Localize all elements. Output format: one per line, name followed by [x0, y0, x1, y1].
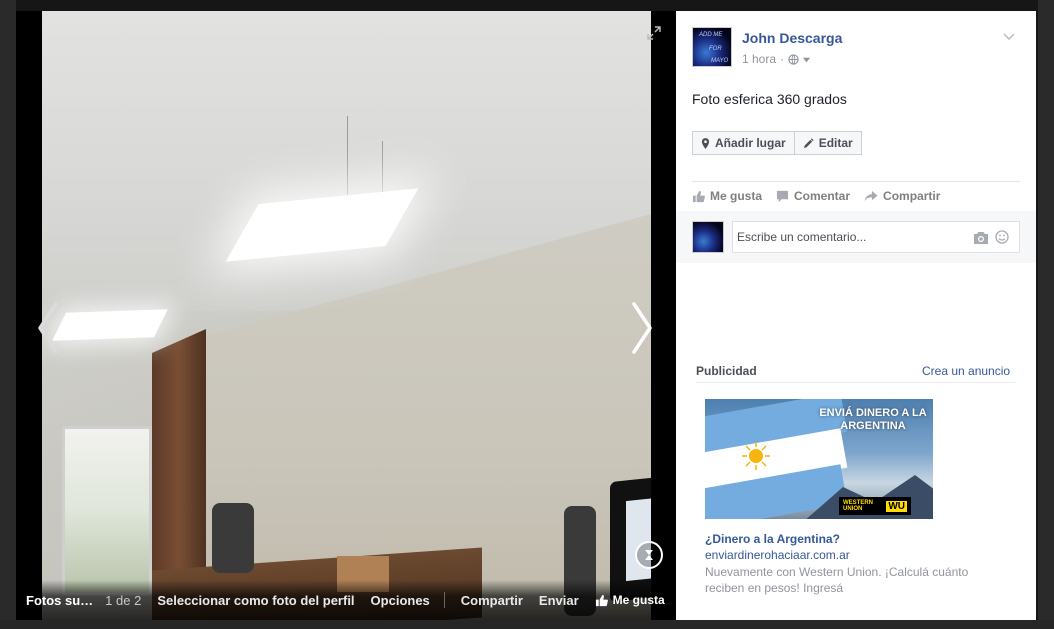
- photo-wire: [347, 116, 348, 196]
- western-union-logo: WESTERN UNION WU: [839, 497, 911, 515]
- previous-photo-button[interactable]: [34, 296, 62, 360]
- author-avatar[interactable]: ADD ME FOR MAYO: [692, 27, 732, 67]
- action-divider-line: [692, 181, 1020, 182]
- post-options-chevron-icon[interactable]: [1002, 29, 1016, 43]
- chevron-right-icon: [632, 302, 652, 354]
- emoji-smile-icon[interactable]: [995, 230, 1009, 244]
- make-profile-picture-button[interactable]: Seleccionar como foto del perfil: [157, 593, 354, 608]
- camera-icon[interactable]: [973, 231, 989, 245]
- ads-section-title: Publicidad: [696, 364, 757, 378]
- backdrop-right-edge: [1038, 0, 1054, 629]
- ad-image[interactable]: ENVIÁ DINERO A LA ARGENTINA WESTERN UNIO…: [705, 399, 933, 519]
- edit-post-button[interactable]: Editar: [794, 131, 862, 155]
- post-actions: Me gusta Comentar Compartir: [692, 189, 954, 203]
- like-button[interactable]: Me gusta: [692, 189, 762, 203]
- globe-icon: [788, 53, 799, 65]
- comment-bubble-icon: [776, 190, 789, 202]
- comment-composer: [676, 211, 1036, 263]
- pencil-icon: [803, 137, 814, 148]
- add-place-label: Añadir lugar: [715, 136, 786, 150]
- share-button[interactable]: Compartir: [864, 189, 940, 203]
- fullscreen-icon[interactable]: [647, 26, 661, 40]
- backdrop-bottom-edge: [0, 620, 1054, 629]
- backdrop-left-edge: [0, 0, 16, 629]
- like-label: Me gusta: [710, 189, 763, 203]
- western-union-logo-mark: WU: [886, 500, 907, 512]
- comment-button[interactable]: Comentar: [776, 189, 850, 203]
- photo-chair: [212, 503, 254, 573]
- 360-view-icon[interactable]: [635, 541, 663, 569]
- post-caption: Foto esferica 360 grados: [692, 91, 847, 107]
- photo-ceiling-lamp: [52, 309, 168, 341]
- album-link[interactable]: Fotos su…: [26, 593, 93, 608]
- like-photo-label: Me gusta: [612, 593, 665, 607]
- western-union-logo-text: WESTERN UNION: [843, 500, 873, 512]
- ads-divider: [696, 382, 1016, 383]
- action-divider: [443, 592, 445, 608]
- send-photo-button[interactable]: Enviar: [539, 593, 579, 608]
- thumbs-up-icon: [595, 594, 608, 606]
- photo-window: [62, 426, 152, 596]
- chevron-left-icon: [38, 302, 58, 354]
- next-photo-button[interactable]: [628, 296, 656, 360]
- post-side-panel: ADD ME FOR MAYO John Descarga 1 hora · F…: [676, 11, 1036, 620]
- ad-image-headline: ENVIÁ DINERO A LA ARGENTINA: [819, 407, 927, 432]
- like-photo-button[interactable]: Me gusta: [595, 593, 665, 607]
- photo-image[interactable]: [42, 11, 651, 620]
- share-label: Compartir: [883, 189, 941, 203]
- photo-viewer: [16, 11, 676, 620]
- commenter-avatar: [692, 221, 724, 253]
- post-meta: 1 hora ·: [742, 52, 811, 66]
- ad-url-link[interactable]: enviardinerohaciaar.com.ar: [705, 548, 850, 562]
- comment-label: Comentar: [794, 189, 851, 203]
- meta-separator: ·: [780, 52, 785, 66]
- share-arrow-icon: [864, 190, 878, 201]
- author-name-link[interactable]: John Descarga: [742, 30, 842, 46]
- location-pin-icon: [701, 137, 710, 149]
- photo-action-bar: Fotos su… 1 de 2 Seleccionar como foto d…: [16, 580, 676, 620]
- add-place-button[interactable]: Añadir lugar: [692, 131, 795, 155]
- post-timestamp[interactable]: 1 hora: [742, 52, 776, 66]
- share-photo-button[interactable]: Compartir: [461, 593, 523, 608]
- create-ad-link[interactable]: Crea un anuncio: [922, 364, 1010, 378]
- caret-down-icon: [802, 57, 811, 62]
- options-button[interactable]: Opciones: [371, 593, 430, 608]
- post-edit-buttons: Añadir lugar Editar: [692, 131, 862, 155]
- audience-selector[interactable]: [788, 53, 811, 65]
- ad-description: Nuevamente con Western Union. ¡Calculá c…: [705, 565, 969, 595]
- sun-of-may-icon: [742, 442, 770, 470]
- edit-post-label: Editar: [818, 136, 853, 150]
- thumbs-up-icon: [692, 190, 705, 202]
- photo-counter: 1 de 2: [105, 592, 142, 608]
- ad-title-link[interactable]: ¿Dinero a la Argentina?: [705, 532, 840, 546]
